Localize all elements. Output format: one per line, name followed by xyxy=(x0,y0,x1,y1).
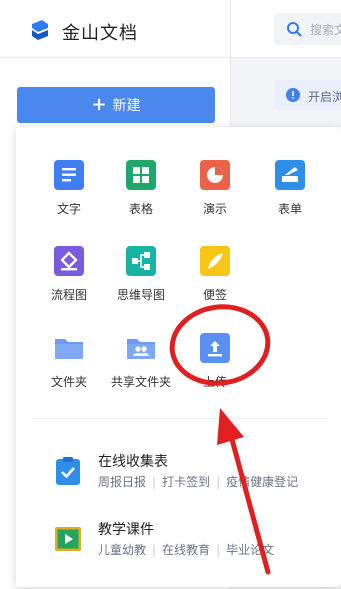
menu-item-courseware[interactable]: 教学课件 儿童幼教 | 在线教育 | 毕业论文 xyxy=(54,519,324,563)
flowchart-icon xyxy=(54,246,84,276)
menu-item-label: 共享文件夹 xyxy=(110,375,171,389)
mindmap-icon xyxy=(126,246,156,276)
collect-form-icon xyxy=(56,457,80,485)
note-icon xyxy=(200,246,230,276)
menu-item-label: 便签 xyxy=(202,288,227,302)
menu-item-doc[interactable]: 文字 xyxy=(34,160,104,217)
plus-icon: + xyxy=(91,94,107,115)
shared-folder-icon xyxy=(127,339,155,359)
menu-item-label: 流程图 xyxy=(50,288,87,302)
menu-divider xyxy=(32,418,326,419)
kingsoft-docs-logo-icon xyxy=(32,20,48,40)
courseware-icon xyxy=(55,527,81,551)
sheet-icon xyxy=(126,160,156,190)
tag[interactable]: 儿童幼教 xyxy=(98,543,146,557)
menu-item-label: 表格 xyxy=(128,202,153,216)
browser-notice[interactable]: 开启浏 xyxy=(274,80,341,110)
menu-item-slides[interactable]: 演示 xyxy=(180,160,250,217)
new-menu-panel: 文字 表格 演示 表单 流程图 思维导图 便签 文件夹 共享文件夹 上传 在线收… xyxy=(16,127,341,587)
menu-item-label: 表单 xyxy=(277,202,302,216)
search-icon xyxy=(287,22,302,37)
menu-item-form[interactable]: 表单 xyxy=(255,160,325,217)
menu-item-online-collect-form[interactable]: 在线收集表 周报日报 | 打卡签到 | 疫情健康登记 xyxy=(54,451,324,495)
tag[interactable]: 毕业论文 xyxy=(226,543,274,557)
menu-item-flowchart[interactable]: 流程图 xyxy=(34,246,104,303)
tag[interactable]: 打卡签到 xyxy=(162,475,210,489)
folder-icon xyxy=(55,339,83,359)
form-icon xyxy=(275,160,305,190)
menu-item-note[interactable]: 便签 xyxy=(180,246,250,303)
menu-item-label: 上传 xyxy=(202,375,227,389)
menu-item-folder[interactable]: 文件夹 xyxy=(34,333,104,390)
list-item-tags: 周报日报 | 打卡签到 | 疫情健康登记 xyxy=(98,475,299,489)
menu-item-label: 演示 xyxy=(202,202,227,216)
slides-icon xyxy=(200,160,230,190)
menu-item-label: 文件夹 xyxy=(50,375,87,389)
menu-item-shared-folder[interactable]: 共享文件夹 xyxy=(106,333,176,390)
top-header: 金山文档 搜索文 xyxy=(0,0,341,58)
tag[interactable]: 周报日报 xyxy=(98,475,146,489)
list-item-title: 在线收集表 xyxy=(98,454,168,470)
search-placeholder: 搜索文 xyxy=(310,23,341,37)
tag[interactable]: 在线教育 xyxy=(162,543,210,557)
list-item-title: 教学课件 xyxy=(98,522,154,538)
search-input[interactable]: 搜索文 xyxy=(274,13,341,45)
upload-icon xyxy=(200,333,230,363)
tag[interactable]: 疫情健康登记 xyxy=(226,475,298,489)
new-button-label: 新建 xyxy=(112,98,141,114)
doc-icon xyxy=(54,160,84,190)
info-icon xyxy=(286,88,300,102)
menu-item-sheet[interactable]: 表格 xyxy=(106,160,176,217)
new-button[interactable]: + 新建 xyxy=(17,87,215,123)
menu-item-mindmap[interactable]: 思维导图 xyxy=(106,246,176,303)
menu-item-label: 文字 xyxy=(56,202,81,216)
menu-item-label: 思维导图 xyxy=(116,288,165,302)
notice-text: 开启浏 xyxy=(308,90,341,104)
menu-item-upload[interactable]: 上传 xyxy=(180,333,250,390)
app-brand-name: 金山文档 xyxy=(62,23,138,44)
list-item-tags: 儿童幼教 | 在线教育 | 毕业论文 xyxy=(98,543,275,557)
